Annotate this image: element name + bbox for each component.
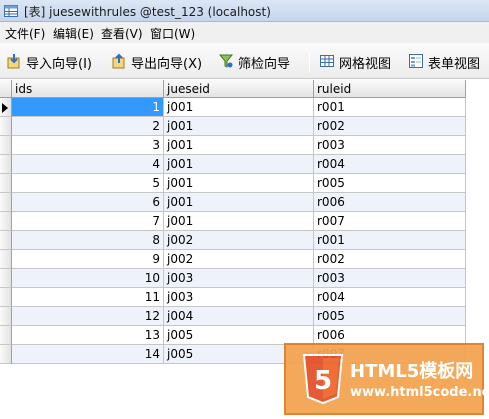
cell-jueseid[interactable]: j001 [164, 193, 314, 212]
watermark-url: www.html5code.net [350, 385, 489, 400]
row-header[interactable] [0, 326, 12, 345]
row-header[interactable] [0, 269, 12, 288]
cell-ids[interactable]: 9 [12, 250, 164, 269]
cell-ids[interactable]: 12 [12, 307, 164, 326]
menu-bar: 文件(F) 编辑(E) 查看(V) 窗口(W) [0, 22, 489, 43]
cell-ids[interactable]: 7 [12, 212, 164, 231]
row-header[interactable] [0, 117, 12, 136]
cell-ruleid[interactable]: r001 [314, 98, 466, 117]
table-row[interactable]: 2 j001 r002 [0, 117, 466, 136]
cell-ruleid[interactable]: r005 [314, 174, 466, 193]
table-row[interactable]: 6 j001 r006 [0, 193, 466, 212]
row-header[interactable] [0, 174, 12, 193]
row-header[interactable] [0, 136, 12, 155]
menu-window[interactable]: 窗口(W) [150, 25, 195, 42]
row-header[interactable] [0, 231, 12, 250]
row-header[interactable] [0, 212, 12, 231]
row-header[interactable] [0, 155, 12, 174]
cell-jueseid[interactable]: j001 [164, 212, 314, 231]
row-header[interactable] [0, 307, 12, 326]
cell-jueseid[interactable]: j001 [164, 136, 314, 155]
table-row[interactable]: 3 j001 r003 [0, 136, 466, 155]
row-header[interactable] [0, 288, 12, 307]
cell-jueseid[interactable]: j003 [164, 288, 314, 307]
table-row[interactable]: 8 j002 r001 [0, 231, 466, 250]
column-header-ids[interactable]: ids [12, 80, 164, 98]
cell-ids[interactable]: 13 [12, 326, 164, 345]
row-header[interactable] [0, 345, 12, 364]
cell-ids[interactable]: 10 [12, 269, 164, 288]
cell-ruleid[interactable]: r002 [314, 117, 466, 136]
table-row[interactable]: 11 j003 r004 [0, 288, 466, 307]
toolbar-separator [309, 51, 310, 73]
cell-jueseid[interactable]: j001 [164, 117, 314, 136]
menu-edit[interactable]: 编辑(E) [53, 25, 94, 42]
filter-wizard-button[interactable]: 筛检向导 [218, 52, 302, 72]
cell-ruleid[interactable]: r003 [314, 269, 466, 288]
grid-view-button[interactable]: 网格视图 [319, 52, 401, 72]
cell-ids[interactable]: 5 [12, 174, 164, 193]
cell-ids[interactable]: 11 [12, 288, 164, 307]
cell-jueseid[interactable]: j002 [164, 231, 314, 250]
window-title: [表] juesewithrules @test_123 (localhost) [24, 5, 271, 19]
table-row[interactable]: 4 j001 r004 [0, 155, 466, 174]
column-header-ruleid[interactable]: ruleid [314, 80, 466, 98]
html5-logo-icon: 5 [302, 354, 344, 405]
svg-text:5: 5 [314, 366, 332, 396]
cell-ruleid[interactable]: r005 [314, 307, 466, 326]
cell-ids[interactable]: 1 [12, 98, 164, 117]
title-bar: [表] juesewithrules @test_123 (localhost) [0, 0, 489, 22]
grid-view-icon [320, 55, 334, 67]
cell-ids[interactable]: 4 [12, 155, 164, 174]
import-wizard-button[interactable]: 导入向导(I) [6, 52, 104, 72]
menu-file[interactable]: 文件(F) [5, 25, 45, 42]
cell-jueseid[interactable]: j002 [164, 250, 314, 269]
table-row[interactable]: 12 j004 r005 [0, 307, 466, 326]
cell-jueseid[interactable]: j001 [164, 174, 314, 193]
menu-view[interactable]: 查看(V) [101, 25, 143, 42]
cell-ids[interactable]: 8 [12, 231, 164, 250]
cell-jueseid[interactable]: j003 [164, 269, 314, 288]
cell-ids[interactable]: 3 [12, 136, 164, 155]
table-row[interactable]: 9 j002 r002 [0, 250, 466, 269]
table-icon [4, 5, 18, 17]
current-row-pointer-icon [2, 103, 8, 113]
column-header-jueseid[interactable]: jueseid [164, 80, 314, 98]
table-row[interactable]: 7 j001 r007 [0, 212, 466, 231]
cell-jueseid[interactable]: j001 [164, 155, 314, 174]
row-header[interactable] [0, 98, 12, 117]
table-row[interactable]: 1 j001 r001 [0, 98, 466, 117]
form-view-button[interactable]: 表单视图 [408, 52, 488, 72]
import-icon [7, 54, 20, 69]
cell-ruleid[interactable]: r002 [314, 250, 466, 269]
row-header[interactable] [0, 250, 12, 269]
cell-ruleid[interactable]: r003 [314, 136, 466, 155]
row-header[interactable] [0, 193, 12, 212]
cell-ruleid[interactable]: r001 [314, 231, 466, 250]
cell-ruleid[interactable]: r006 [314, 193, 466, 212]
cell-ruleid[interactable]: r004 [314, 288, 466, 307]
export-icon [112, 53, 125, 69]
export-wizard-button[interactable]: 导出向导(X) [111, 52, 209, 72]
cell-jueseid[interactable]: j001 [164, 98, 314, 117]
cell-ruleid[interactable]: r007 [314, 212, 466, 231]
cell-jueseid[interactable]: j004 [164, 307, 314, 326]
toolbar: 导入向导(I) 导出向导(X) 筛检向导 网格视图 表单视图 [0, 43, 489, 79]
table-row[interactable]: 10 j003 r003 [0, 269, 466, 288]
watermark-brand: HTML5模板网 [350, 361, 474, 382]
table-row[interactable]: 5 j001 r005 [0, 174, 466, 193]
row-header-corner [0, 80, 12, 98]
watermark: 5 HTML5模板网 www.html5code.net [284, 343, 489, 415]
cell-ids[interactable]: 14 [12, 345, 164, 364]
form-view-icon [409, 54, 423, 68]
cell-ruleid[interactable]: r004 [314, 155, 466, 174]
filter-icon [218, 54, 234, 68]
cell-ids[interactable]: 6 [12, 193, 164, 212]
cell-ids[interactable]: 2 [12, 117, 164, 136]
